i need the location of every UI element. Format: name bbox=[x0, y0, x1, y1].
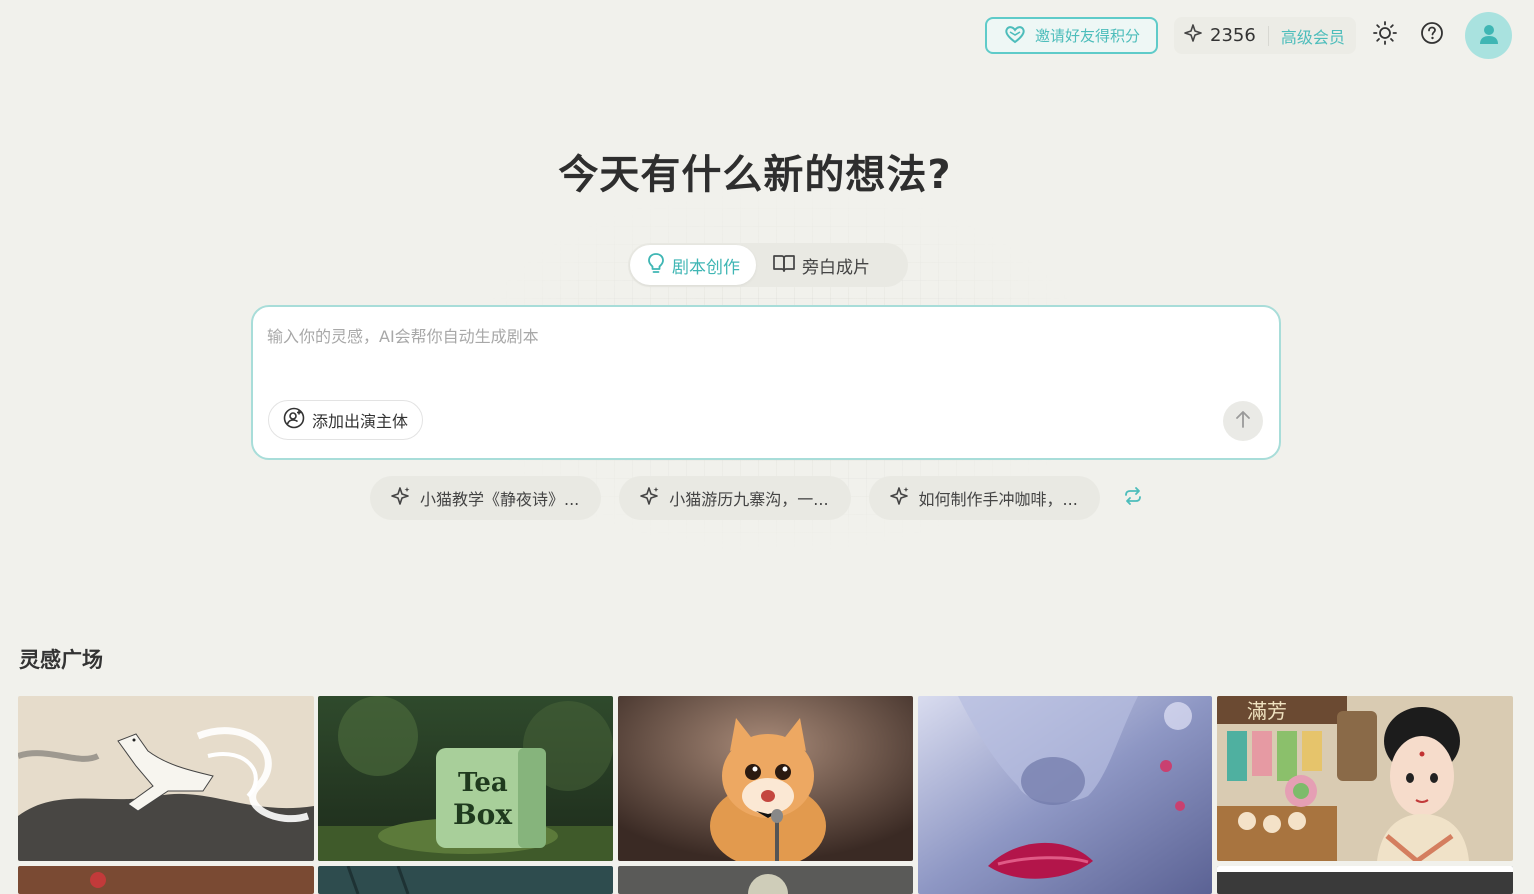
prompt-box: 添加出演主体 bbox=[251, 305, 1281, 460]
sparkle-icon bbox=[889, 485, 911, 511]
refresh-icon bbox=[1122, 486, 1144, 510]
page-title: 今天有什么新的想法? bbox=[558, 152, 952, 198]
svg-text:Tea: Tea bbox=[458, 768, 508, 798]
mode-tabs: 剧本创作 旁白成片 bbox=[628, 243, 908, 287]
inspiration-section-title: 灵感广场 bbox=[19, 648, 103, 672]
tab-script-creation-label: 剧本创作 bbox=[672, 257, 740, 278]
tab-narration-video-label: 旁白成片 bbox=[802, 257, 870, 278]
send-button[interactable] bbox=[1223, 401, 1263, 441]
invite-friends-label: 邀请好友得积分 bbox=[1034, 27, 1140, 45]
lightbulb-icon bbox=[646, 252, 666, 279]
gallery-card-iridescent-face[interactable] bbox=[918, 696, 1212, 894]
suggestion-list: 小猫教学《静夜诗》... 小猫游历九寨沟，一... 如何制作手冲咖啡，... bbox=[370, 476, 1146, 520]
theme-toggle-button[interactable] bbox=[1372, 20, 1398, 50]
user-avatar[interactable] bbox=[1465, 12, 1512, 59]
gallery-card-tea-box[interactable]: Tea Box bbox=[318, 696, 613, 861]
refresh-suggestions-button[interactable] bbox=[1120, 485, 1146, 511]
open-book-icon bbox=[772, 253, 796, 278]
sparkle-icon bbox=[1184, 23, 1204, 48]
gallery-card-singing-cat[interactable] bbox=[618, 696, 913, 861]
sun-icon bbox=[1372, 20, 1398, 50]
suggestion-label: 小猫游历九寨沟，一... bbox=[669, 490, 829, 509]
gallery-card-row2-1[interactable] bbox=[18, 866, 314, 894]
tab-script-creation[interactable]: 剧本创作 bbox=[630, 245, 756, 285]
prompt-input[interactable] bbox=[267, 323, 1227, 383]
suggestion-label: 如何制作手冲咖啡，... bbox=[918, 490, 1078, 509]
invite-friends-button[interactable]: 邀请好友得积分 bbox=[985, 17, 1158, 54]
tab-narration-video[interactable]: 旁白成片 bbox=[756, 245, 886, 285]
sparkle-icon bbox=[639, 485, 661, 511]
arrow-up-icon bbox=[1234, 409, 1252, 433]
suggestion-label: 小猫教学《静夜诗》... bbox=[420, 490, 580, 509]
add-cast-label: 添加出演主体 bbox=[312, 412, 409, 431]
membership-link[interactable]: 高级会员 bbox=[1281, 24, 1345, 48]
gift-heart-icon bbox=[1003, 24, 1027, 48]
credits-panel[interactable]: 2356 高级会员 bbox=[1174, 17, 1356, 54]
gallery-card-white-fox[interactable] bbox=[18, 696, 314, 861]
gallery-card-row2-2[interactable] bbox=[318, 866, 613, 894]
add-cast-button[interactable]: 添加出演主体 bbox=[268, 400, 424, 440]
help-button[interactable] bbox=[1419, 22, 1445, 48]
suggestion-chip[interactable]: 小猫游历九寨沟，一... bbox=[619, 476, 851, 520]
inspiration-gallery: Tea Box 滿芳 bbox=[18, 696, 1513, 894]
gallery-card-row2-3[interactable] bbox=[618, 866, 913, 894]
question-circle-icon bbox=[1420, 21, 1444, 49]
svg-text:Box: Box bbox=[453, 798, 512, 831]
gallery-card-hanfu-girl[interactable]: 滿芳 bbox=[1217, 696, 1513, 861]
gallery-card-row2-5[interactable] bbox=[1217, 866, 1513, 894]
hanfu-card-sign-text: 滿芳 bbox=[1247, 699, 1287, 723]
user-icon bbox=[1477, 22, 1501, 50]
add-user-icon bbox=[283, 407, 305, 433]
suggestion-chip[interactable]: 如何制作手冲咖啡，... bbox=[868, 476, 1100, 520]
credits-count: 2356 bbox=[1210, 25, 1256, 46]
divider bbox=[1267, 25, 1269, 46]
sparkle-icon bbox=[390, 485, 412, 511]
suggestion-chip[interactable]: 小猫教学《静夜诗》... bbox=[370, 476, 602, 520]
